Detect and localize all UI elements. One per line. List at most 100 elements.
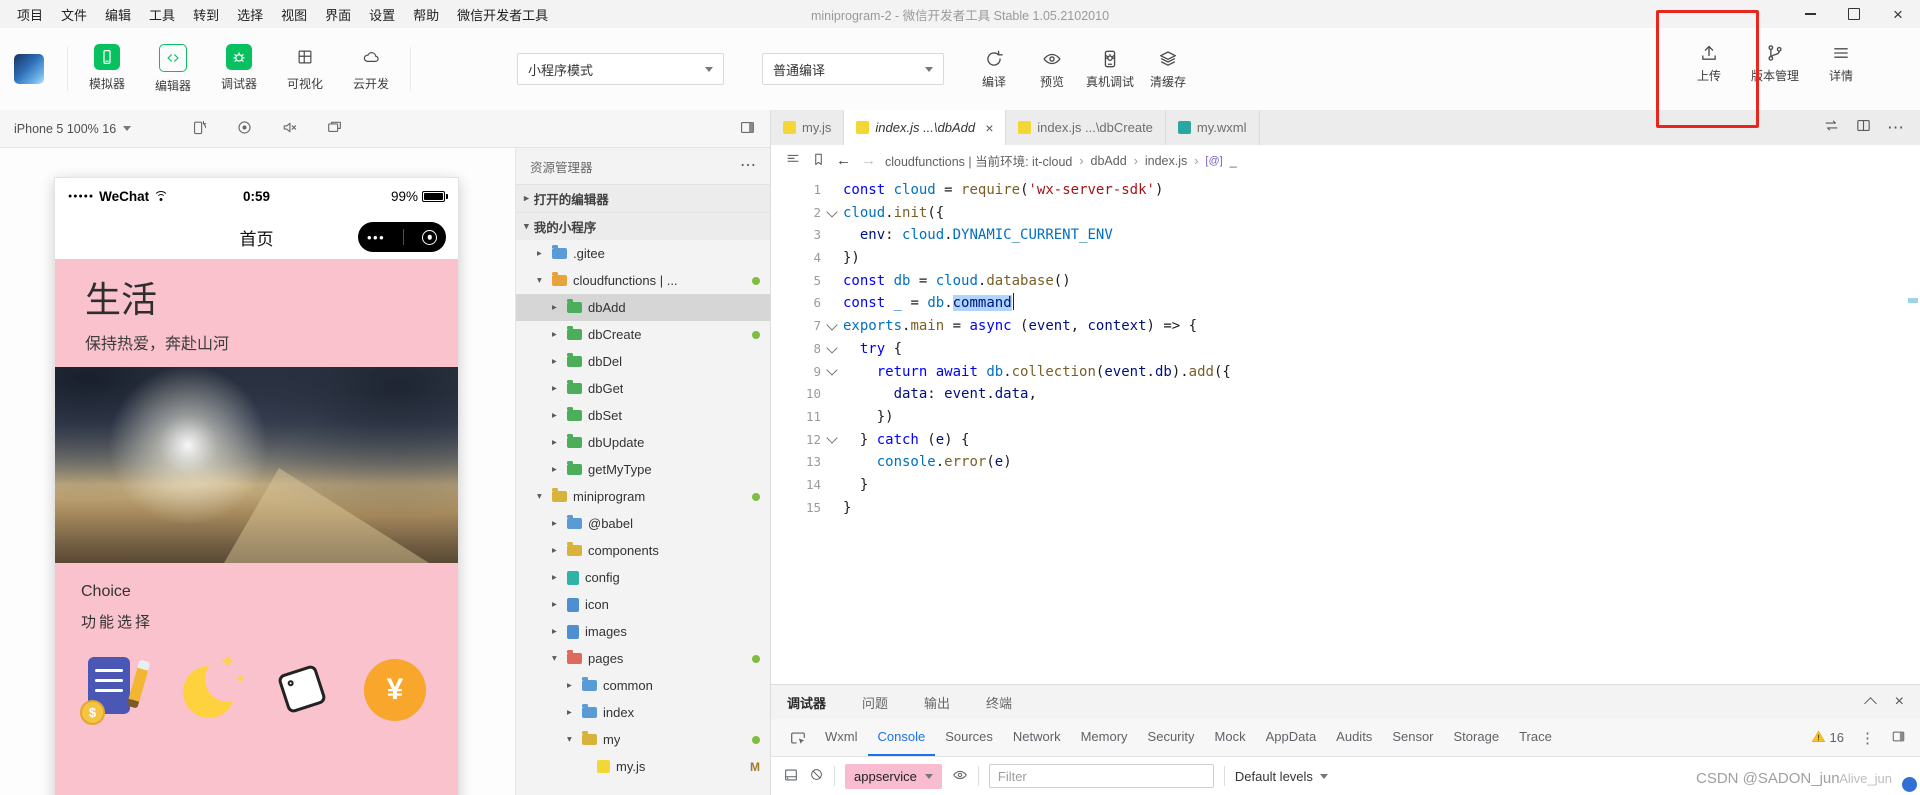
- breadcrumb-item[interactable]: _: [1230, 154, 1237, 168]
- tree-item[interactable]: ▸ common: [516, 672, 770, 699]
- explorer-section[interactable]: ▸ 打开的编辑器: [516, 184, 770, 212]
- editor-tab[interactable]: index.js ...\dbAdd ×: [844, 110, 1007, 145]
- tree-item[interactable]: ▸ index: [516, 699, 770, 726]
- device-select[interactable]: iPhone 5 100% 16: [14, 122, 132, 136]
- close-panel-icon[interactable]: ×: [1895, 694, 1904, 710]
- device-record-button[interactable]: [236, 119, 253, 139]
- kebab-menu-icon[interactable]: ⋮: [1860, 729, 1875, 747]
- explorer-section[interactable]: ▾ 我的小程序: [516, 212, 770, 240]
- tree-item[interactable]: ▸ dbGet: [516, 375, 770, 402]
- devtools-tab[interactable]: Audits: [1326, 719, 1382, 756]
- devtools-tab[interactable]: Storage: [1444, 719, 1510, 756]
- more-menu-icon[interactable]: •••: [367, 230, 385, 245]
- panel-tab[interactable]: 调试器: [787, 693, 826, 712]
- tree-item[interactable]: ▸ dbCreate: [516, 321, 770, 348]
- device-rotate-button[interactable]: [191, 119, 208, 139]
- menu-item[interactable]: 文件: [52, 5, 96, 24]
- forward-button[interactable]: →: [861, 152, 876, 169]
- tree-item[interactable]: ▾ pages: [516, 645, 770, 672]
- devtools-tab[interactable]: AppData: [1256, 719, 1327, 756]
- menu-item[interactable]: 工具: [140, 5, 184, 24]
- tree-item[interactable]: ▸ dbUpdate: [516, 429, 770, 456]
- split-editor-button[interactable]: [1855, 117, 1872, 139]
- devtools-tab[interactable]: Sensor: [1382, 719, 1443, 756]
- breadcrumb-item[interactable]: index.js: [1145, 154, 1187, 168]
- tree-item[interactable]: ▸ .gitee: [516, 240, 770, 267]
- fold-toggle-icon[interactable]: [821, 364, 843, 377]
- code-editor[interactable]: 1 const cloud = require('wx-server-sdk') 2…: [771, 176, 1920, 684]
- bookmark-button[interactable]: [811, 152, 826, 170]
- swap-editors-button[interactable]: [1823, 117, 1840, 139]
- menu-item[interactable]: 选择: [228, 5, 272, 24]
- inspect-slot[interactable]: [789, 729, 807, 747]
- devtools-tab[interactable]: Network: [1003, 719, 1071, 756]
- fold-toggle-icon[interactable]: [821, 319, 843, 331]
- toolbar-upload-button[interactable]: 上传: [1680, 43, 1738, 84]
- drawer-slot[interactable]: [783, 767, 799, 786]
- warnings-indicator[interactable]: 16: [1811, 729, 1844, 747]
- console-context-select[interactable]: appservice: [845, 763, 942, 789]
- panel-layout-slot[interactable]: [1891, 729, 1906, 747]
- devtools-tab[interactable]: Trace: [1509, 719, 1562, 756]
- tree-item[interactable]: ▸ dbDel: [516, 348, 770, 375]
- editor-tab[interactable]: my.wxml: [1165, 110, 1260, 145]
- panel-tab[interactable]: 问题: [862, 693, 888, 712]
- tree-item[interactable]: ▾ miniprogram: [516, 483, 770, 510]
- devtools-tab[interactable]: Security: [1138, 719, 1205, 756]
- panel-tab[interactable]: 终端: [986, 693, 1012, 712]
- device-mute-button[interactable]: [281, 119, 298, 139]
- open-editors-button[interactable]: [785, 151, 801, 170]
- ledger-feature-icon[interactable]: $: [80, 654, 151, 726]
- toolbar-simulator-button[interactable]: 模拟器: [78, 44, 136, 94]
- tree-item[interactable]: ▸ getMyType: [516, 456, 770, 483]
- devtools-tab[interactable]: Sources: [935, 719, 1003, 756]
- tree-item[interactable]: ▸ components: [516, 537, 770, 564]
- console-filter-input[interactable]: [988, 764, 1214, 788]
- tree-item[interactable]: ▸ dbAdd: [516, 294, 770, 321]
- tree-item[interactable]: ▾ my: [516, 726, 770, 753]
- collapse-panel-icon[interactable]: [1863, 697, 1877, 710]
- toolbar-phonedebug-button[interactable]: 真机调试: [1084, 49, 1136, 90]
- close-button[interactable]: ×: [1876, 0, 1920, 28]
- menu-item[interactable]: 界面: [316, 5, 360, 24]
- devtools-tab[interactable]: Console: [867, 719, 936, 756]
- toolbar-debugger-button[interactable]: 调试器: [210, 44, 268, 94]
- more-actions-icon[interactable]: ⋯: [1887, 118, 1904, 138]
- tree-item[interactable]: my.js M: [516, 753, 770, 780]
- maximize-button[interactable]: [1832, 0, 1876, 28]
- breadcrumb-item[interactable]: dbAdd: [1091, 154, 1127, 168]
- fold-toggle-icon[interactable]: [821, 341, 843, 354]
- panel-tab[interactable]: 输出: [924, 693, 950, 712]
- editor-tab[interactable]: my.js: [771, 110, 845, 145]
- exit-icon[interactable]: [422, 229, 437, 245]
- menu-item[interactable]: 项目: [8, 5, 52, 24]
- toolbar-branch-button[interactable]: 版本管理: [1746, 43, 1804, 84]
- close-tab-icon[interactable]: ×: [985, 120, 993, 136]
- back-button[interactable]: ←: [836, 152, 851, 169]
- devtools-tab[interactable]: Memory: [1071, 719, 1138, 756]
- mode-select[interactable]: 小程序模式: [517, 53, 724, 85]
- devtools-tab[interactable]: Wxml: [815, 719, 868, 756]
- compile-type-select[interactable]: 普通编译: [762, 53, 944, 85]
- tree-item[interactable]: ▸ images: [516, 618, 770, 645]
- tree-item[interactable]: ▸ config: [516, 564, 770, 591]
- tree-item[interactable]: ▸ icon: [516, 591, 770, 618]
- dock-slot[interactable]: [739, 119, 756, 139]
- tree-item[interactable]: ▸ dbSet: [516, 402, 770, 429]
- toolbar-hamburger-button[interactable]: 详情: [1812, 43, 1870, 84]
- clear-slot[interactable]: [809, 767, 824, 785]
- fold-toggle-icon[interactable]: [821, 205, 843, 218]
- tree-item[interactable]: ▾ cloudfunctions | ...: [516, 267, 770, 294]
- toolbar-eye-button[interactable]: 预览: [1026, 49, 1078, 90]
- device-window-button[interactable]: [326, 119, 343, 139]
- tree-item[interactable]: ▸ @babel: [516, 510, 770, 537]
- capsule-menu[interactable]: •••: [358, 222, 446, 252]
- user-avatar[interactable]: [14, 54, 44, 84]
- menu-item[interactable]: 编辑: [96, 5, 140, 24]
- menu-item[interactable]: 设置: [360, 5, 404, 24]
- price-tag-feature-icon[interactable]: [270, 654, 336, 726]
- currency-feature-icon[interactable]: ¥: [363, 654, 430, 726]
- toolbar-visual-button[interactable]: 可视化: [276, 44, 334, 94]
- toolbar-refresh-button[interactable]: 编译: [968, 49, 1020, 90]
- toolbar-layers-button[interactable]: 清缓存: [1142, 49, 1194, 90]
